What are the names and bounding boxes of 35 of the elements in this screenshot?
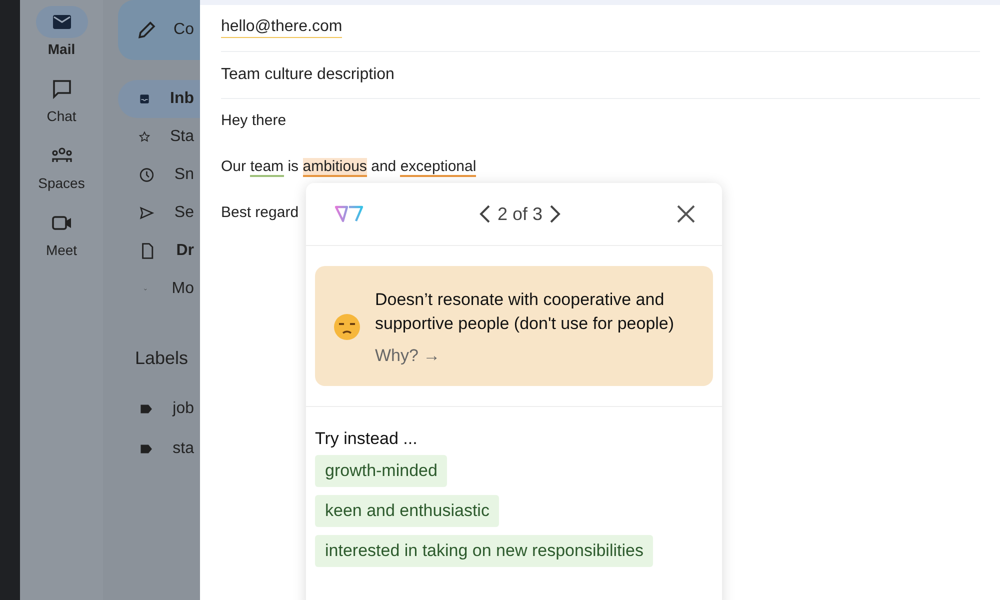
label-icon [140, 402, 153, 416]
try-instead-heading: Try instead ... [315, 429, 418, 449]
nav-item[interactable]: Se [118, 194, 200, 232]
why-link[interactable]: Why? → [375, 346, 440, 366]
nav-item[interactable]: Mo [118, 270, 200, 308]
chevron-left-icon [479, 204, 492, 224]
nav-item[interactable]: Inb [118, 80, 200, 118]
close-button[interactable] [676, 204, 696, 224]
recipient-field[interactable]: hello@there.com [221, 18, 342, 38]
body-line: Best regard [221, 203, 299, 222]
next-button[interactable] [548, 204, 561, 224]
close-icon [676, 204, 696, 224]
label-icon [140, 442, 153, 456]
label-item[interactable]: sta [103, 429, 200, 469]
unamused-emoji-icon [333, 313, 361, 341]
subject-field[interactable]: Team culture description [221, 52, 980, 99]
suggestion-chip[interactable]: keen and enthusiastic [315, 495, 500, 527]
rail-item[interactable]: Chat [36, 73, 88, 124]
suggestion-chip[interactable]: interested in taking on new responsibilities [315, 535, 654, 567]
label-item[interactable]: job [103, 389, 200, 429]
rail-item[interactable]: Meet [36, 207, 88, 258]
body-line: Our team is ambitious and exceptional [221, 157, 476, 176]
previous-button[interactable] [479, 204, 492, 224]
compose-button[interactable]: Co [118, 0, 200, 60]
logo-icon [334, 204, 364, 224]
labels-heading: Labels [135, 348, 190, 369]
nav-item[interactable]: Sta [118, 118, 200, 156]
page-counter: 2 of 3 [497, 204, 543, 224]
suggestion-chip[interactable]: growth-minded [315, 455, 448, 487]
chevron-right-icon [548, 204, 561, 224]
warning-message: Doesn’t resonate with cooperative and supportive people (don't use for people) [375, 289, 676, 335]
body-line: Hey there [221, 111, 286, 130]
nav-item[interactable]: Sn [118, 156, 200, 194]
nav-item[interactable]: Dr [118, 232, 200, 270]
rail-item[interactable]: Spaces [36, 140, 88, 191]
